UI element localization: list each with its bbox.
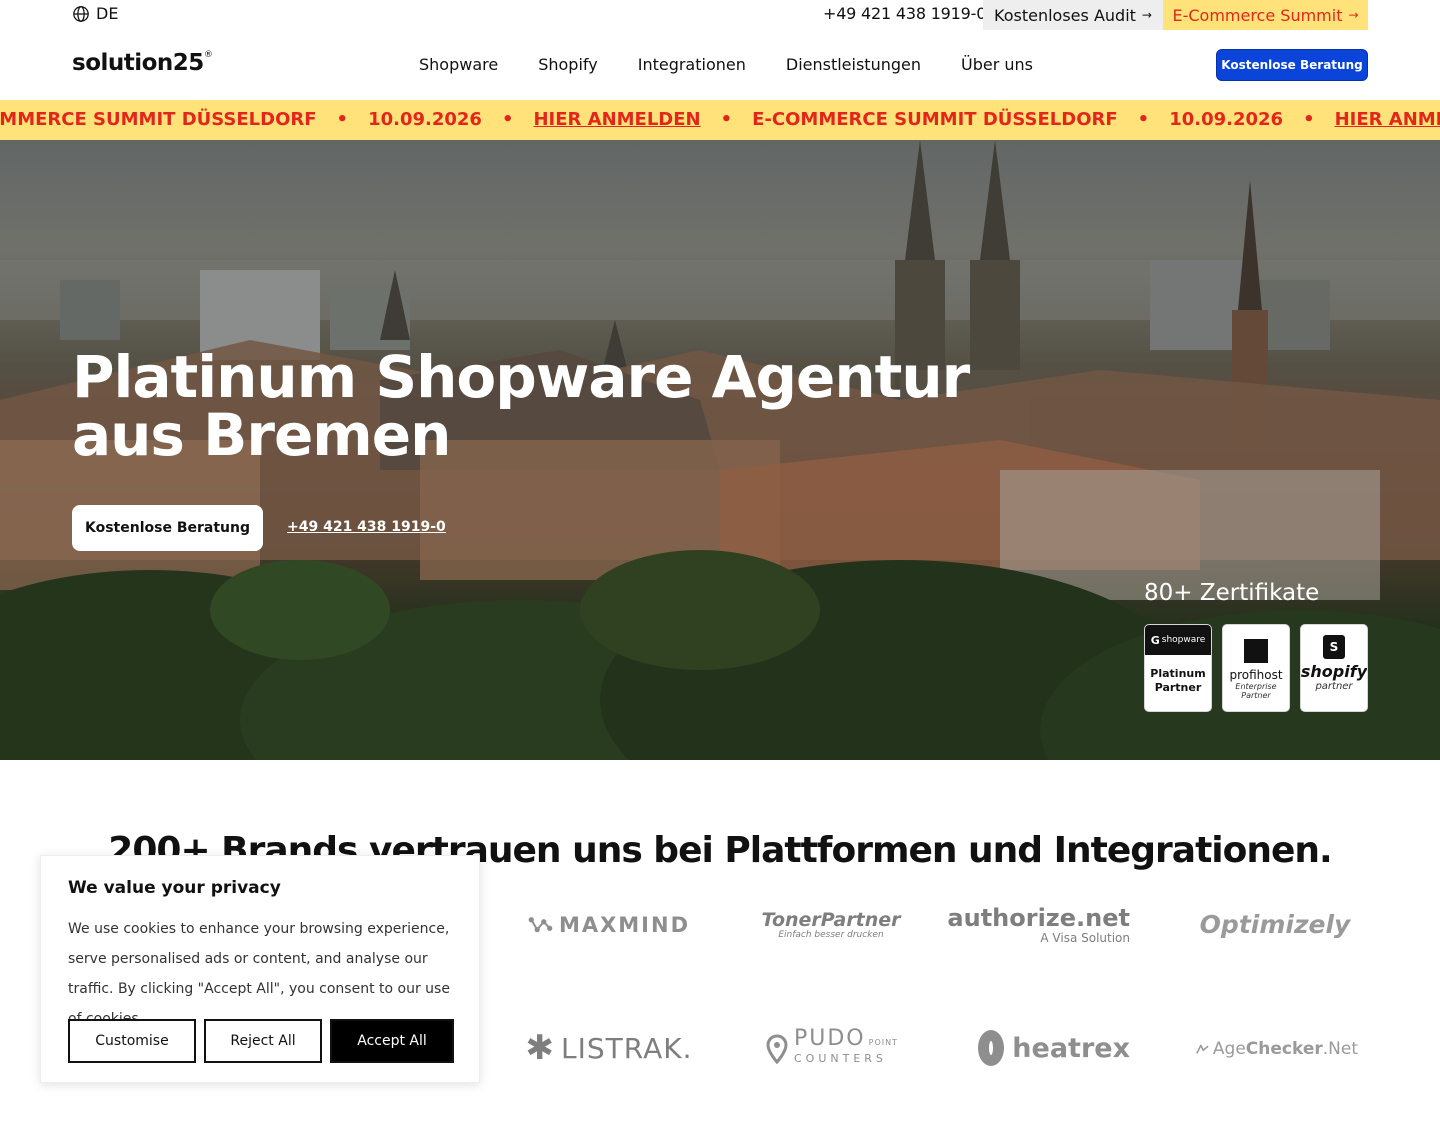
heatrex-text: heatrex	[1012, 1032, 1130, 1064]
arrow-right-icon: →	[1141, 8, 1152, 22]
agechecker-check-icon	[1196, 1044, 1209, 1054]
agechecker-text-net: .Net	[1322, 1039, 1358, 1059]
brand-logo-heatrex: heatrex	[978, 1028, 1130, 1068]
topbar-phone-link[interactable]: +49 421 438 1919-0	[823, 4, 986, 23]
pudo-counters-text: COUNTERS	[794, 1052, 887, 1065]
marquee-bullet: •	[720, 109, 733, 130]
agechecker-text-checker: Checker	[1245, 1039, 1323, 1059]
agechecker-text-age: Age	[1212, 1039, 1246, 1059]
shopify-brand-text: shopify	[1300, 662, 1368, 681]
shopware-logo: G shopware	[1145, 625, 1211, 655]
brand-logo-pudo: PUDO POINT COUNTERS	[760, 1028, 904, 1068]
tonerpartner-text: TonerPartner	[761, 909, 901, 931]
shopify-badge-sub: partner	[1315, 681, 1353, 692]
hero-consultation-button[interactable]: Kostenlose Beratung	[72, 505, 263, 551]
pudo-text: PUDO POINT	[794, 1028, 898, 1051]
location-pin-icon	[766, 1034, 788, 1064]
listrak-burst-icon: ✱	[525, 1028, 556, 1068]
cookie-reject-all-button[interactable]: Reject All	[204, 1019, 322, 1063]
globe-icon	[73, 5, 89, 22]
hero-phone-link[interactable]: +49 421 438 1919-0	[287, 519, 446, 535]
shopware-platinum-badge: G shopware Platinum Partner	[1144, 624, 1212, 712]
shopware-icon: G	[1150, 633, 1160, 647]
profihost-icon	[1244, 639, 1268, 663]
ecommerce-summit-label: E-Commerce Summit	[1172, 5, 1343, 25]
free-audit-button[interactable]: Kostenloses Audit →	[983, 0, 1163, 30]
profihost-badge-line-1: Enterprise	[1235, 682, 1277, 691]
marquee-bullet: •	[1303, 109, 1315, 130]
marquee-text: OMMERCE SUMMIT DÜSSELDORF	[0, 109, 317, 130]
hero-title-line-2: aus Bremen	[72, 401, 451, 469]
maxmind-network-icon	[528, 917, 553, 933]
profihost-enterprise-badge: profihost Enterprise Partner	[1222, 624, 1290, 712]
brand-logo-agechecker: AgeChecker.Net	[1196, 1032, 1358, 1066]
summit-marquee-banner: OMMERCE SUMMIT DÜSSELDORF • 10.09.2026 • HIE…	[0, 100, 1440, 140]
nav-item-dienstleistungen[interactable]: Dienstleistungen	[786, 55, 921, 74]
header-consultation-button[interactable]: Kostenlose Beratung	[1216, 49, 1368, 81]
top-utility-bar: DE +49 421 438 1919-0 Kostenloses Audit …	[0, 0, 1440, 30]
pudo-wordmark: PUDO POINT COUNTERS	[794, 1028, 898, 1067]
ecommerce-summit-button[interactable]: E-Commerce Summit →	[1163, 0, 1368, 30]
cookie-consent-dialog: We value your privacy We use cookies to …	[40, 855, 480, 1083]
main-nav: Shopware Shopify Integrationen Dienstlei…	[419, 55, 1033, 74]
marquee-bullet: •	[1137, 109, 1150, 130]
shopware-badge-line-1: Platinum	[1150, 667, 1206, 680]
cookie-title: We value your privacy	[68, 878, 281, 898]
listrak-text: LISTRAK.	[561, 1031, 693, 1065]
language-switcher[interactable]: DE	[72, 4, 118, 23]
certificates-heading: 80+ Zertifikate	[1144, 580, 1320, 606]
language-label: DE	[96, 4, 119, 23]
main-header: solution25® Shopware Shopify Integration…	[0, 30, 1440, 100]
shopify-partner-badge: S shopify partner	[1300, 624, 1368, 712]
marquee-register-link[interactable]: HIER ANMELDEN	[533, 109, 700, 130]
marquee-bullet: •	[501, 109, 514, 130]
brand-logo-maxmind: MAXMIND	[528, 908, 690, 942]
hero-section: Platinum Shopware Agentur aus Bremen Kos…	[0, 140, 1440, 760]
arrow-right-icon: →	[1348, 8, 1359, 22]
brand-logo-tonerpartner: TonerPartner Einfach besser drucken	[750, 906, 912, 944]
shopware-badge-line-2: Partner	[1154, 681, 1202, 694]
profihost-badge-line-2: Partner	[1241, 691, 1271, 700]
free-audit-label: Kostenloses Audit	[994, 5, 1136, 25]
agechecker-text: AgeChecker.Net	[1213, 1039, 1358, 1059]
profihost-badge-sub: Enterprise Partner	[1235, 682, 1276, 700]
brand-logo-optimizely: Optimizely	[1199, 909, 1351, 939]
shopify-bag-icon: S	[1323, 635, 1345, 659]
cookie-description: We use cookies to enhance your browsing …	[68, 921, 450, 1027]
tonerpartner-tagline: Einfach besser drucken	[778, 930, 884, 940]
marquee-bullet: •	[336, 109, 349, 130]
hero-title: Platinum Shopware Agentur aus Bremen	[72, 348, 972, 464]
logo-text: solution25	[72, 50, 204, 76]
cookie-accept-all-button[interactable]: Accept All	[330, 1019, 454, 1063]
marquee-track: OMMERCE SUMMIT DÜSSELDORF • 10.09.2026 • HIE…	[0, 109, 1440, 130]
authorize-net-text: authorize.net	[947, 904, 1130, 932]
logo-registered-mark: ®	[203, 50, 213, 60]
profihost-brand-text: profihost	[1229, 668, 1283, 682]
pudo-main-text: PUDO	[794, 1026, 866, 1051]
marquee-register-link[interactable]: HIER ANMELDEN	[1335, 109, 1440, 130]
shopware-badge-text: Platinum Partner	[1150, 667, 1205, 695]
nav-item-shopify[interactable]: Shopify	[538, 55, 598, 74]
pudo-point-text: POINT	[868, 1038, 898, 1047]
marquee-text: E-COMMERCE SUMMIT DÜSSELDORF	[752, 109, 1118, 130]
marquee-text: 10.09.2026	[368, 109, 482, 130]
authorize-net-tagline: A Visa Solution	[1040, 931, 1130, 945]
shopware-brand-text: shopware	[1161, 635, 1206, 645]
brand-logo-authorize-net: authorize.net A Visa Solution	[947, 904, 1130, 946]
marquee-text: 10.09.2026	[1169, 109, 1284, 130]
cookie-customise-button[interactable]: Customise	[68, 1019, 196, 1063]
nav-item-integrationen[interactable]: Integrationen	[638, 55, 746, 74]
maxmind-text: MAXMIND	[558, 913, 690, 937]
heatrex-ring-icon	[978, 1030, 1005, 1066]
site-logo[interactable]: solution25®	[72, 50, 213, 76]
brand-logo-listrak: ✱ LISTRAK.	[526, 1028, 692, 1068]
nav-item-ueber-uns[interactable]: Über uns	[961, 55, 1033, 74]
nav-item-shopware[interactable]: Shopware	[419, 55, 498, 74]
